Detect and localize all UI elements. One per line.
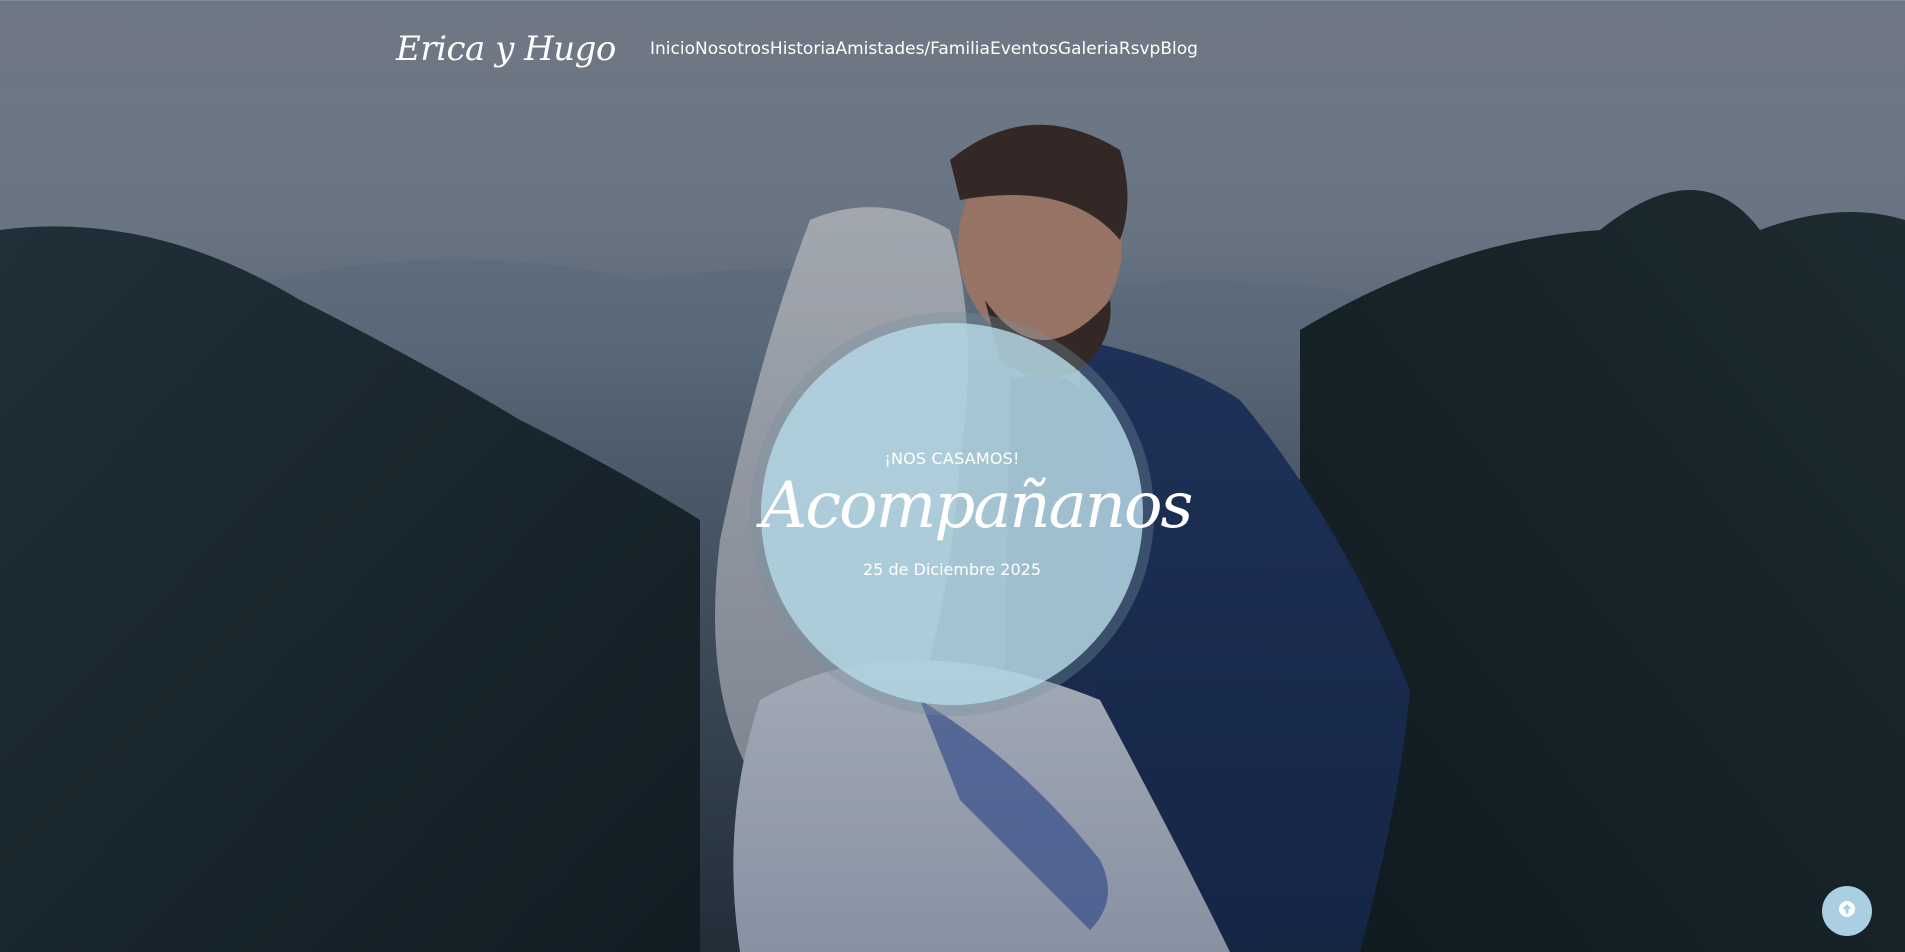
nav-link-inicio[interactable]: Inicio	[650, 39, 695, 59]
nav-item-blog: Blog	[1160, 39, 1198, 59]
nav-item-rsvp: Rsvp	[1119, 39, 1161, 59]
brand-logo[interactable]: Erica y Hugo	[396, 19, 616, 79]
hero-announcement-circle: ¡NOS CASAMOS! Acompañanos 25 de Diciembr…	[761, 323, 1193, 705]
nav-item-inicio: Inicio	[650, 39, 695, 59]
nav-item-eventos: Eventos	[990, 39, 1058, 59]
nav-item-amistades-familia: Amistades/Familia	[835, 39, 989, 59]
hero-title: Acompañanos	[761, 469, 1193, 543]
wedding-landing-page: Erica y Hugo Inicio Nosotros Historia Am…	[0, 0, 1905, 952]
arrow-up-icon	[1837, 899, 1857, 924]
nav-link-rsvp[interactable]: Rsvp	[1119, 39, 1161, 59]
wedding-date: 25 de Diciembre 2025	[863, 560, 1041, 579]
main-menu: Inicio Nosotros Historia Amistades/Famil…	[650, 1, 1198, 96]
nav-link-amistades-familia[interactable]: Amistades/Familia	[835, 39, 989, 59]
nav-link-blog[interactable]: Blog	[1160, 39, 1198, 59]
hero-kicker: ¡NOS CASAMOS!	[884, 449, 1020, 468]
nav-link-eventos[interactable]: Eventos	[990, 39, 1058, 59]
nav-link-galeria[interactable]: Galeria	[1058, 39, 1119, 59]
top-navigation-bar: Erica y Hugo Inicio Nosotros Historia Am…	[0, 0, 1905, 95]
nav-item-galeria: Galeria	[1058, 39, 1119, 59]
nav-link-nosotros[interactable]: Nosotros	[695, 39, 770, 59]
scroll-to-top-button[interactable]	[1822, 886, 1872, 936]
nav-item-historia: Historia	[770, 39, 836, 59]
nav-link-historia[interactable]: Historia	[770, 39, 836, 59]
nav-item-nosotros: Nosotros	[695, 39, 770, 59]
